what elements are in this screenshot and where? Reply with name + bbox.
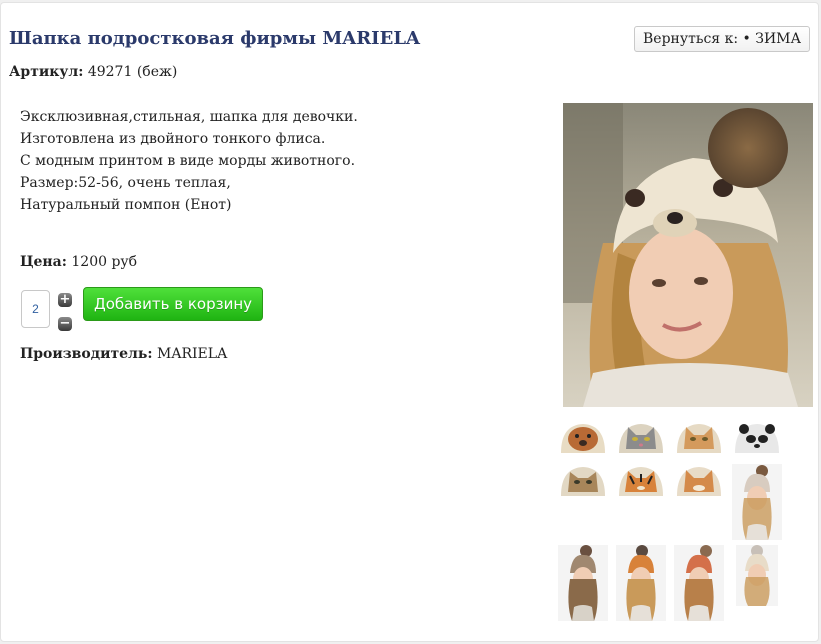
- sku-value: 49271 (беж): [87, 64, 178, 80]
- thumbnail-tiger-hat[interactable]: [616, 464, 666, 501]
- thumbnail-girl-photo[interactable]: [616, 545, 666, 621]
- description-line: Размер:52-56, очень теплая,: [20, 175, 231, 191]
- thumbnail-panda-hat[interactable]: [732, 421, 782, 458]
- sku-label: Артикул:: [9, 64, 84, 80]
- thumbnail-girl-photo[interactable]: [674, 545, 724, 621]
- manufacturer-label: Производитель:: [20, 346, 153, 362]
- thumbnail-girl-photo[interactable]: [732, 464, 782, 540]
- main-product-image[interactable]: [563, 103, 813, 407]
- price-label: Цена:: [20, 254, 67, 270]
- back-to-category-button[interactable]: Вернуться к: • ЗИМА: [634, 26, 811, 52]
- thumbnail-tan-cat-hat[interactable]: [674, 421, 724, 458]
- price: Цена: 1200 руб: [20, 254, 137, 270]
- manufacturer: Производитель: MARIELA: [20, 346, 227, 362]
- sku: Артикул: 49271 (беж): [9, 64, 177, 80]
- quantity-input[interactable]: [21, 290, 50, 328]
- manufacturer-value: MARIELA: [157, 346, 228, 362]
- thumbnail-cat-hat[interactable]: [616, 421, 666, 458]
- description-line: Натуральный помпон (Енот): [20, 197, 232, 213]
- price-value: 1200 руб: [71, 254, 138, 270]
- quantity-increase-icon[interactable]: +: [58, 293, 72, 307]
- description-line: С модным принтом в виде морды животного.: [20, 153, 356, 169]
- thumbnail-fox-hat[interactable]: [674, 464, 724, 501]
- thumbnail-dog-hat[interactable]: [558, 421, 608, 458]
- description-line: Эксклюзивная,стильная, шапка для девочки…: [20, 109, 358, 125]
- quantity-decrease-icon[interactable]: −: [58, 317, 72, 331]
- thumbnail-girl-photo[interactable]: [736, 545, 778, 606]
- product-title: Шапка подростковая фирмы MARIELA: [9, 28, 420, 49]
- thumbnail-tabby-cat-hat[interactable]: [558, 464, 608, 501]
- description-line: Изготовлена из двойного тонкого флиса.: [20, 131, 326, 147]
- thumbnail-girl-photo[interactable]: [558, 545, 608, 621]
- product-description: Эксклюзивная,стильная, шапка для девочки…: [20, 106, 540, 216]
- add-to-cart-button[interactable]: Добавить в корзину: [83, 287, 263, 321]
